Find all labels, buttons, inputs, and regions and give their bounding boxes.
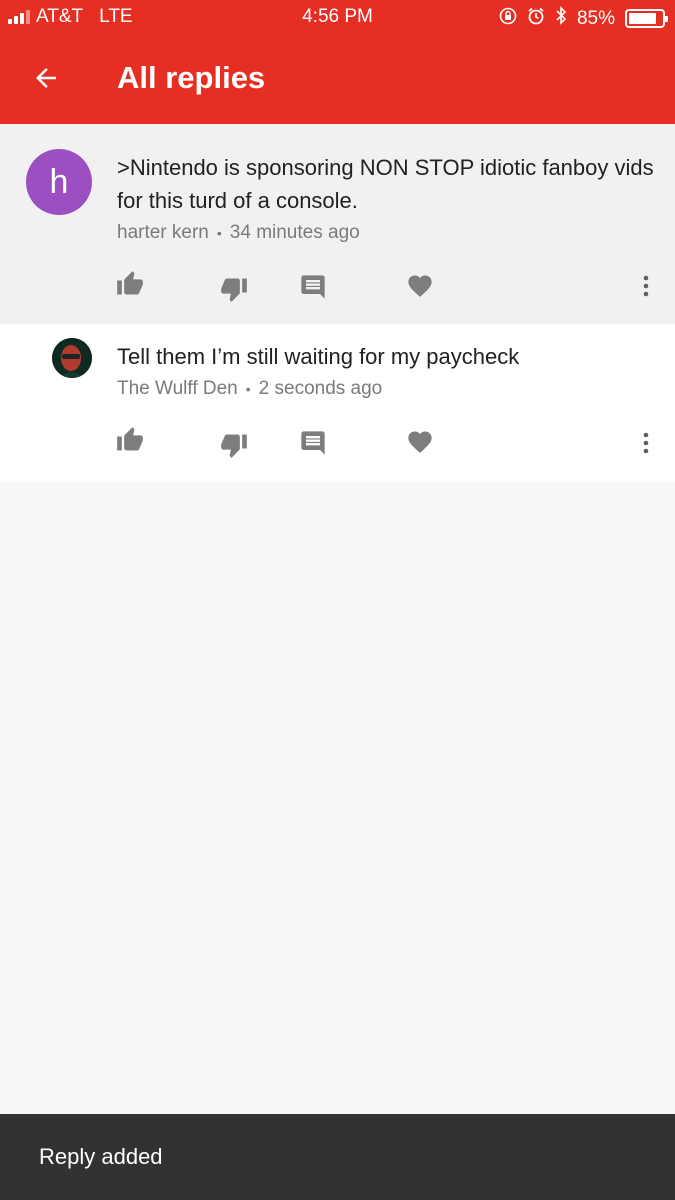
- more-vert-icon: [643, 275, 649, 297]
- like-button[interactable]: [115, 269, 145, 299]
- comment-icon: [301, 275, 325, 299]
- status-bar: AT&T LTE 4:56 PM 85%: [0, 0, 675, 34]
- dislike-button[interactable]: [219, 430, 249, 460]
- like-button[interactable]: [115, 425, 145, 455]
- page-title: All replies: [117, 60, 266, 95]
- status-right: 85%: [499, 6, 668, 31]
- avatar[interactable]: h: [26, 149, 92, 215]
- heart-button[interactable]: [405, 427, 435, 457]
- heart-button[interactable]: [405, 271, 435, 301]
- more-vert-icon: [643, 432, 649, 454]
- thumb-up-icon: [117, 427, 143, 451]
- reply-button[interactable]: [298, 272, 328, 302]
- comment-reply: Tell them I’m still waiting for my paych…: [0, 324, 675, 482]
- app-bar: All replies: [0, 34, 675, 124]
- comment-author[interactable]: harter kern: [117, 222, 209, 244]
- comment-author[interactable]: The Wulff Den: [117, 378, 238, 400]
- more-button[interactable]: [636, 271, 656, 301]
- arrow-back-icon: [36, 68, 56, 88]
- thumb-down-icon: [221, 434, 247, 458]
- comment-time: 2 seconds ago: [258, 378, 383, 399]
- comment-parent: h >Nintendo is sponsoring NON STOP idiot…: [0, 124, 675, 324]
- comment-time: 34 minutes ago: [229, 222, 360, 243]
- reply-button[interactable]: [298, 428, 328, 458]
- back-button[interactable]: [26, 58, 66, 98]
- header: AT&T LTE 4:56 PM 85% All replies: [0, 0, 675, 124]
- comment-icon: [301, 431, 325, 455]
- rotation-lock-icon: [499, 7, 517, 31]
- more-button[interactable]: [636, 428, 656, 458]
- meta-separator: •: [245, 381, 251, 397]
- battery-fill: [629, 13, 657, 24]
- bluetooth-icon: [555, 6, 567, 31]
- battery-icon: [625, 9, 668, 28]
- comment-text: Tell them I’m still waiting for my paych…: [117, 344, 520, 369]
- avatar-photo-icon: [52, 338, 92, 378]
- avatar[interactable]: [52, 338, 92, 378]
- snackbar: Reply added: [0, 1114, 675, 1200]
- comment-meta: The Wulff Den • 2 seconds ago: [117, 378, 382, 400]
- alarm-icon: [527, 7, 545, 31]
- battery-percent: 85%: [576, 7, 615, 29]
- snackbar-message: Reply added: [39, 1144, 163, 1169]
- heart-icon: [408, 431, 432, 453]
- thumb-down-icon: [221, 278, 247, 302]
- comment-meta: harter kern • 34 minutes ago: [117, 222, 360, 244]
- meta-separator: •: [216, 225, 222, 241]
- comment-text: >Nintendo is sponsoring NON STOP idiotic…: [117, 155, 654, 213]
- dislike-button[interactable]: [219, 274, 249, 304]
- thumb-up-icon: [117, 271, 143, 295]
- heart-icon: [408, 275, 432, 297]
